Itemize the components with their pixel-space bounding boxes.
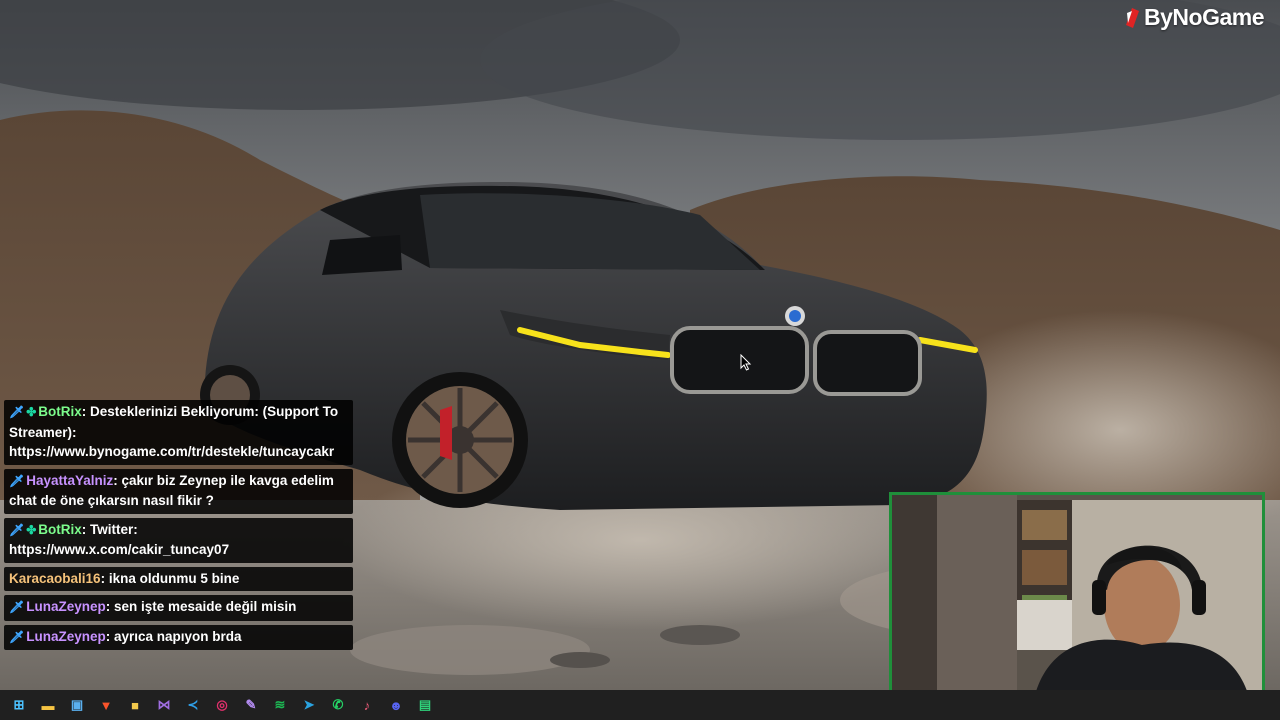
sticky-app-icon[interactable]: ■ bbox=[124, 694, 146, 716]
file-explorer-icon[interactable]: ▬ bbox=[37, 694, 59, 716]
chat-message-text: ikna oldunmu 5 bine bbox=[108, 570, 240, 586]
chat-message: 🗡 ✤ BotRix: Twitter: https://www.x.com/cak… bbox=[4, 517, 353, 563]
moderator-badge-icon: 🗡 bbox=[9, 522, 25, 537]
chat-separator: : bbox=[100, 570, 109, 586]
webcam-overlay bbox=[889, 492, 1265, 712]
windows-taskbar: ⊞ ▬ ▣ ▼ ■ ⋈ ≺ ◎ ✎ ≋ ➤ ✆ ♪ ☻ ▤ bbox=[0, 690, 1280, 720]
moderator-badge-icon: 🗡 bbox=[9, 473, 25, 488]
webcam-feed bbox=[892, 495, 1262, 709]
windows-start-icon[interactable]: ⊞ bbox=[8, 694, 30, 716]
discord-icon[interactable]: ☻ bbox=[385, 694, 407, 716]
chat-message: Karacaobali16: ikna oldunmu 5 bine bbox=[4, 566, 353, 591]
music-app-icon[interactable]: ♪ bbox=[356, 694, 378, 716]
moderator-badge-icon: 🗡 bbox=[9, 629, 25, 644]
chat-message-text: sen işte mesaide değil misin bbox=[114, 599, 297, 614]
bynogame-logo-text: ByNoGame bbox=[1144, 4, 1264, 30]
chat-separator: : bbox=[81, 404, 91, 419]
bot-badge-icon: ✤ bbox=[26, 405, 37, 419]
brave-browser-icon[interactable]: ▼ bbox=[95, 694, 117, 716]
chat-message: 🗡 HayattaYalniz: çakır biz Zeynep ile kav… bbox=[4, 468, 353, 514]
moderator-badge-icon: 🗡 bbox=[9, 405, 25, 419]
bynogame-logo-icon bbox=[1126, 7, 1140, 28]
chat-separator: : bbox=[113, 472, 122, 488]
chat-username: BotRix bbox=[38, 521, 82, 537]
bynogame-logo: ByNoGame bbox=[1124, 4, 1264, 31]
chat-separator: : bbox=[81, 521, 91, 537]
photos-icon[interactable]: ▣ bbox=[66, 694, 88, 716]
chat-separator: : bbox=[105, 628, 114, 644]
visual-studio-icon[interactable]: ⋈ bbox=[153, 694, 175, 716]
streaming-app-icon[interactable]: ▤ bbox=[414, 694, 436, 716]
stream-chat-overlay: 🗡 ✤ BotRix: Desteklerinizi Bekliyorum: (Su… bbox=[4, 400, 353, 650]
chat-username: LunaZeynep bbox=[26, 599, 106, 614]
chat-message: 🗡 LunaZeynep: ayrıca napıyon brda bbox=[4, 624, 353, 650]
chat-username: Karacaobali16 bbox=[9, 570, 101, 586]
instagram-icon[interactable]: ◎ bbox=[211, 694, 233, 716]
mouse-cursor-icon bbox=[740, 354, 752, 371]
chat-username: LunaZeynep bbox=[26, 628, 106, 644]
whatsapp-icon[interactable]: ✆ bbox=[327, 694, 349, 716]
chat-message: 🗡 ✤ BotRix: Desteklerinizi Bekliyorum: (Su… bbox=[4, 400, 353, 465]
feather-app-icon[interactable]: ✎ bbox=[240, 694, 262, 716]
chat-username: HayattaYalniz bbox=[26, 472, 114, 488]
chat-message-text: ayrıca napıyon brda bbox=[114, 628, 242, 644]
vscode-icon[interactable]: ≺ bbox=[182, 694, 204, 716]
chat-username: BotRix bbox=[38, 404, 82, 419]
bot-badge-icon: ✤ bbox=[26, 522, 37, 537]
spotify-icon[interactable]: ≋ bbox=[269, 694, 291, 716]
telegram-icon[interactable]: ➤ bbox=[298, 694, 320, 716]
chat-separator: : bbox=[105, 599, 114, 614]
moderator-badge-icon: 🗡 bbox=[9, 600, 25, 614]
chat-message: 🗡 LunaZeynep: sen işte mesaide değil misi… bbox=[4, 595, 353, 621]
